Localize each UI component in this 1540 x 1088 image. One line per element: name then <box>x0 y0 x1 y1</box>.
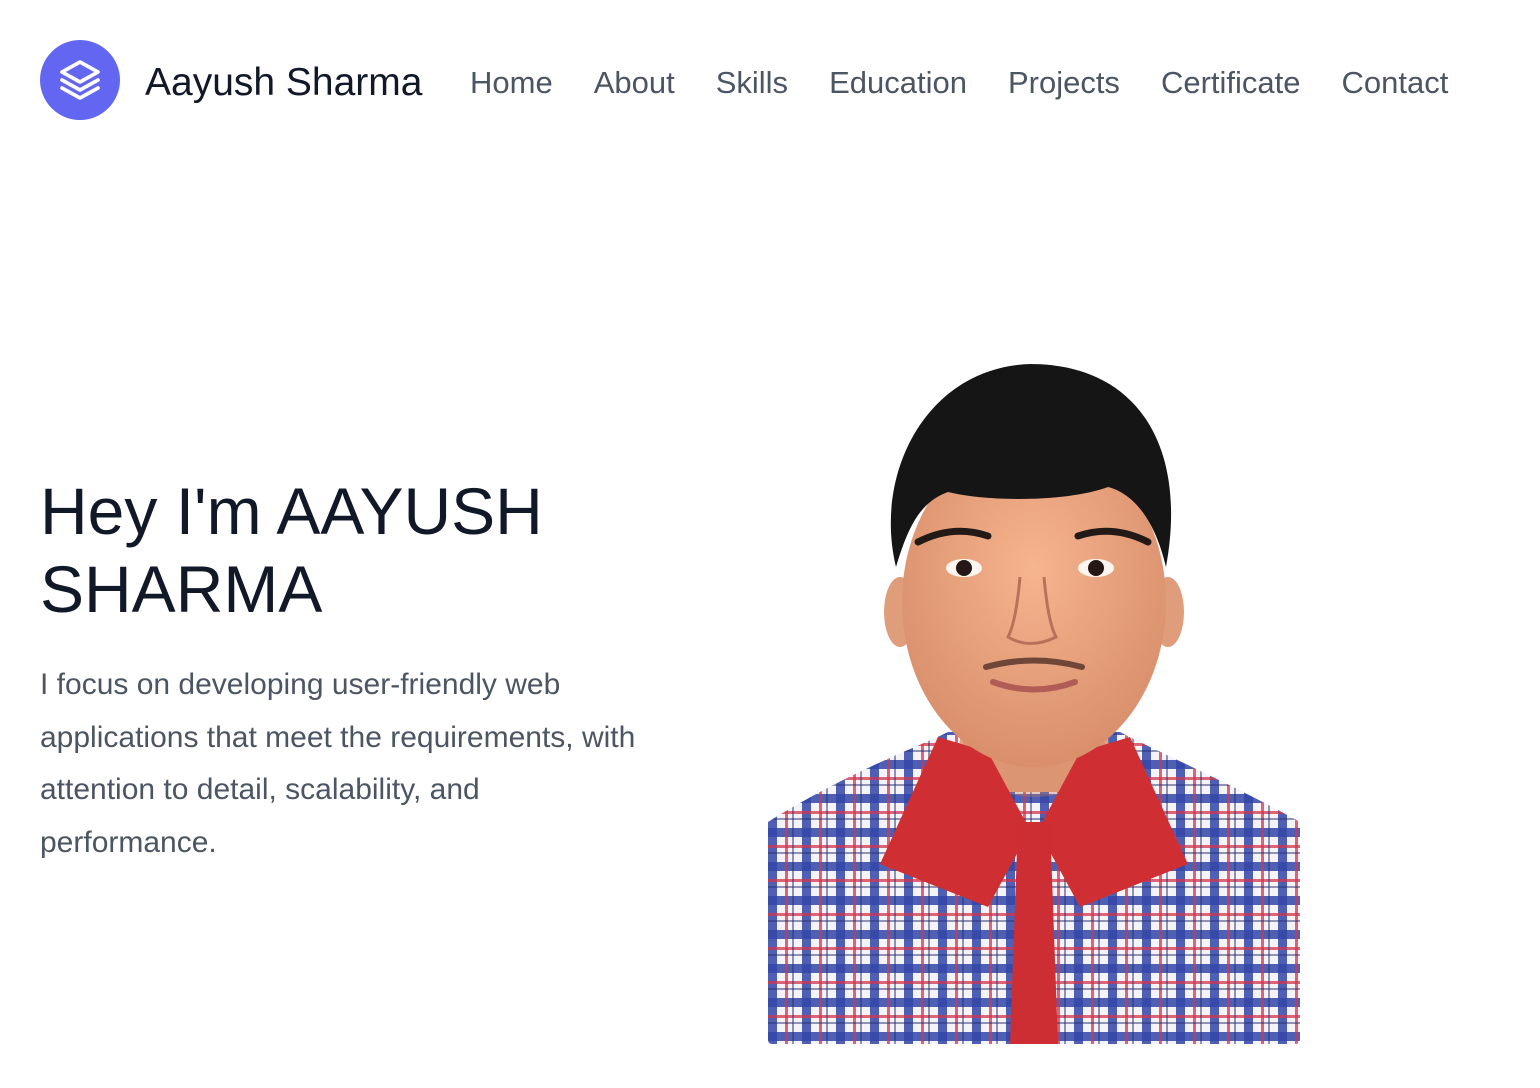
hero-title: Hey I'm AAYUSH SHARMA <box>40 474 543 626</box>
main-nav: Home About Skills Education Projects Cer… <box>470 58 1448 108</box>
site-header: Aayush Sharma Home About Skills Educatio… <box>0 0 1540 164</box>
nav-about[interactable]: About <box>594 58 675 108</box>
stacked-layers-icon <box>60 60 100 100</box>
profile-photo-illustration <box>768 352 1300 1044</box>
nav-skills[interactable]: Skills <box>716 58 788 108</box>
nav-contact[interactable]: Contact <box>1341 58 1448 108</box>
brand-name[interactable]: Aayush Sharma <box>145 58 422 108</box>
nav-certificate[interactable]: Certificate <box>1161 58 1301 108</box>
nav-home[interactable]: Home <box>470 58 553 108</box>
profile-photo <box>768 352 1300 1044</box>
nav-projects[interactable]: Projects <box>1008 58 1120 108</box>
hero-description: I focus on developing user-friendly web … <box>40 668 636 859</box>
logo[interactable] <box>40 40 120 120</box>
nav-education[interactable]: Education <box>829 58 967 108</box>
